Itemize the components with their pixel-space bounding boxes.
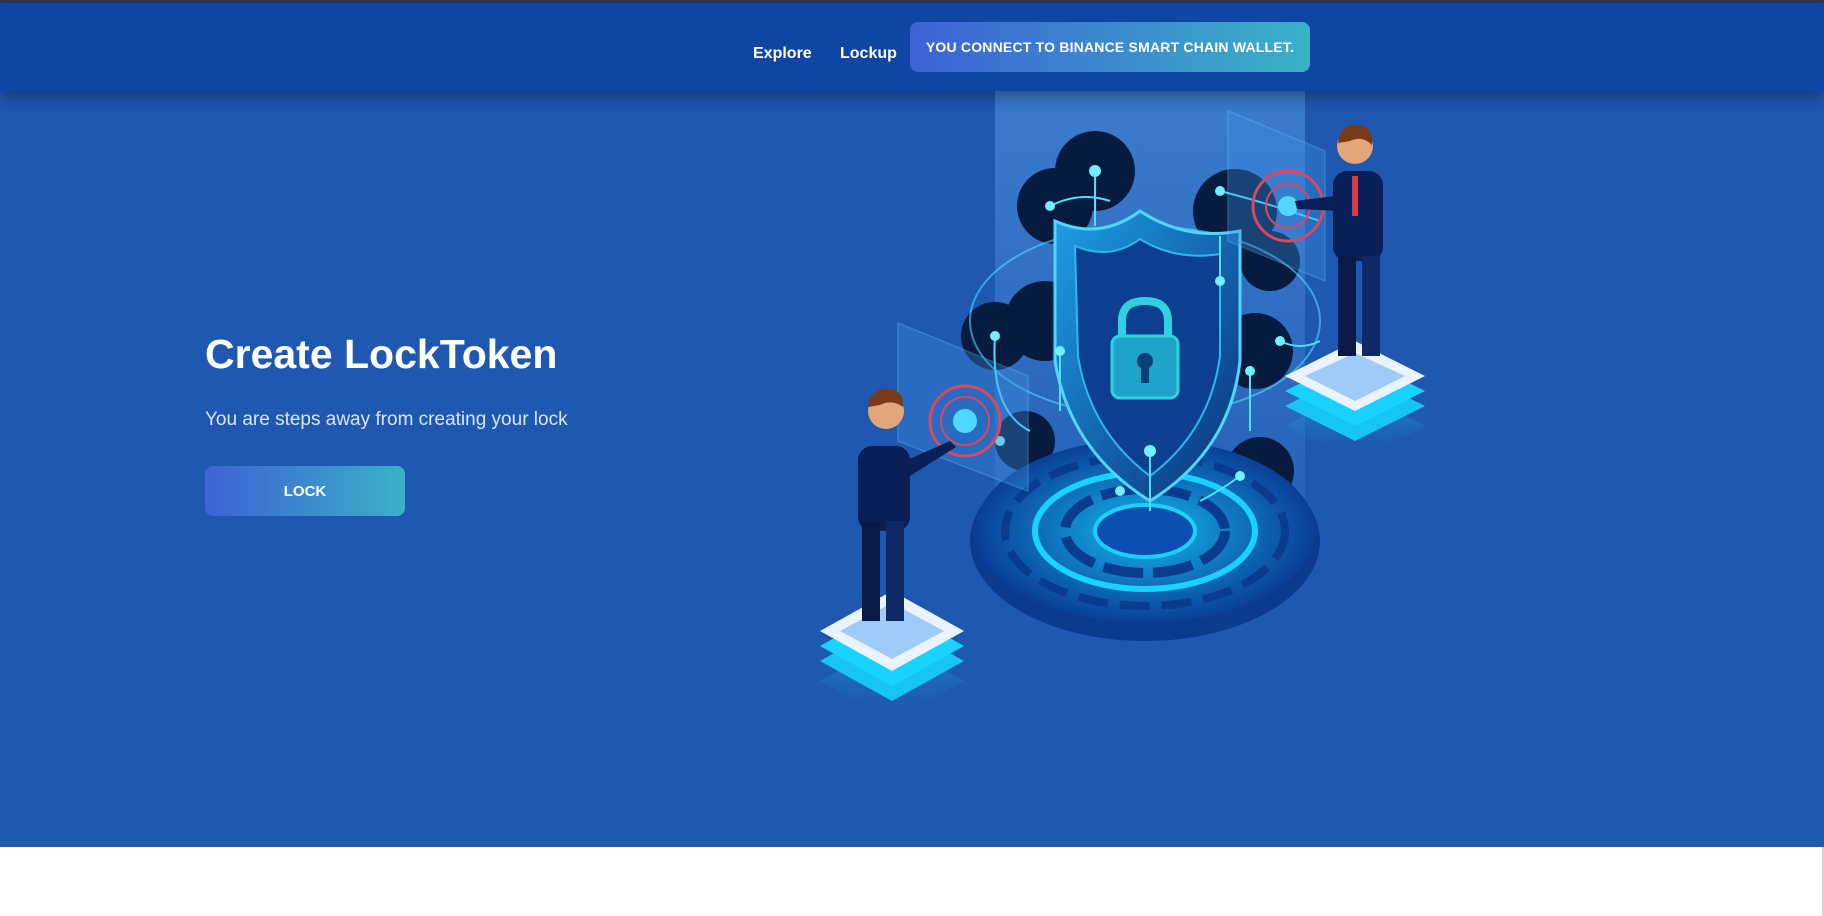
nav-lockup-link[interactable]: Lockup [840, 45, 897, 63]
page-title: Create LockToken [205, 331, 558, 377]
lock-button[interactable]: LOCK [205, 466, 405, 516]
hero-subtitle: You are steps away from creating your lo… [205, 409, 568, 430]
navbar: Explore Lockup YOU CONNECT TO BINANCE SM… [0, 3, 1824, 91]
wallet-connect-button[interactable]: YOU CONNECT TO BINANCE SMART CHAIN WALLE… [910, 22, 1310, 72]
hero-section: Create LockToken You are steps away from… [0, 91, 1824, 847]
page-footer-area [0, 847, 1824, 916]
nav-explore-link[interactable]: Explore [753, 45, 812, 63]
security-shield-illustration [820, 91, 1425, 721]
